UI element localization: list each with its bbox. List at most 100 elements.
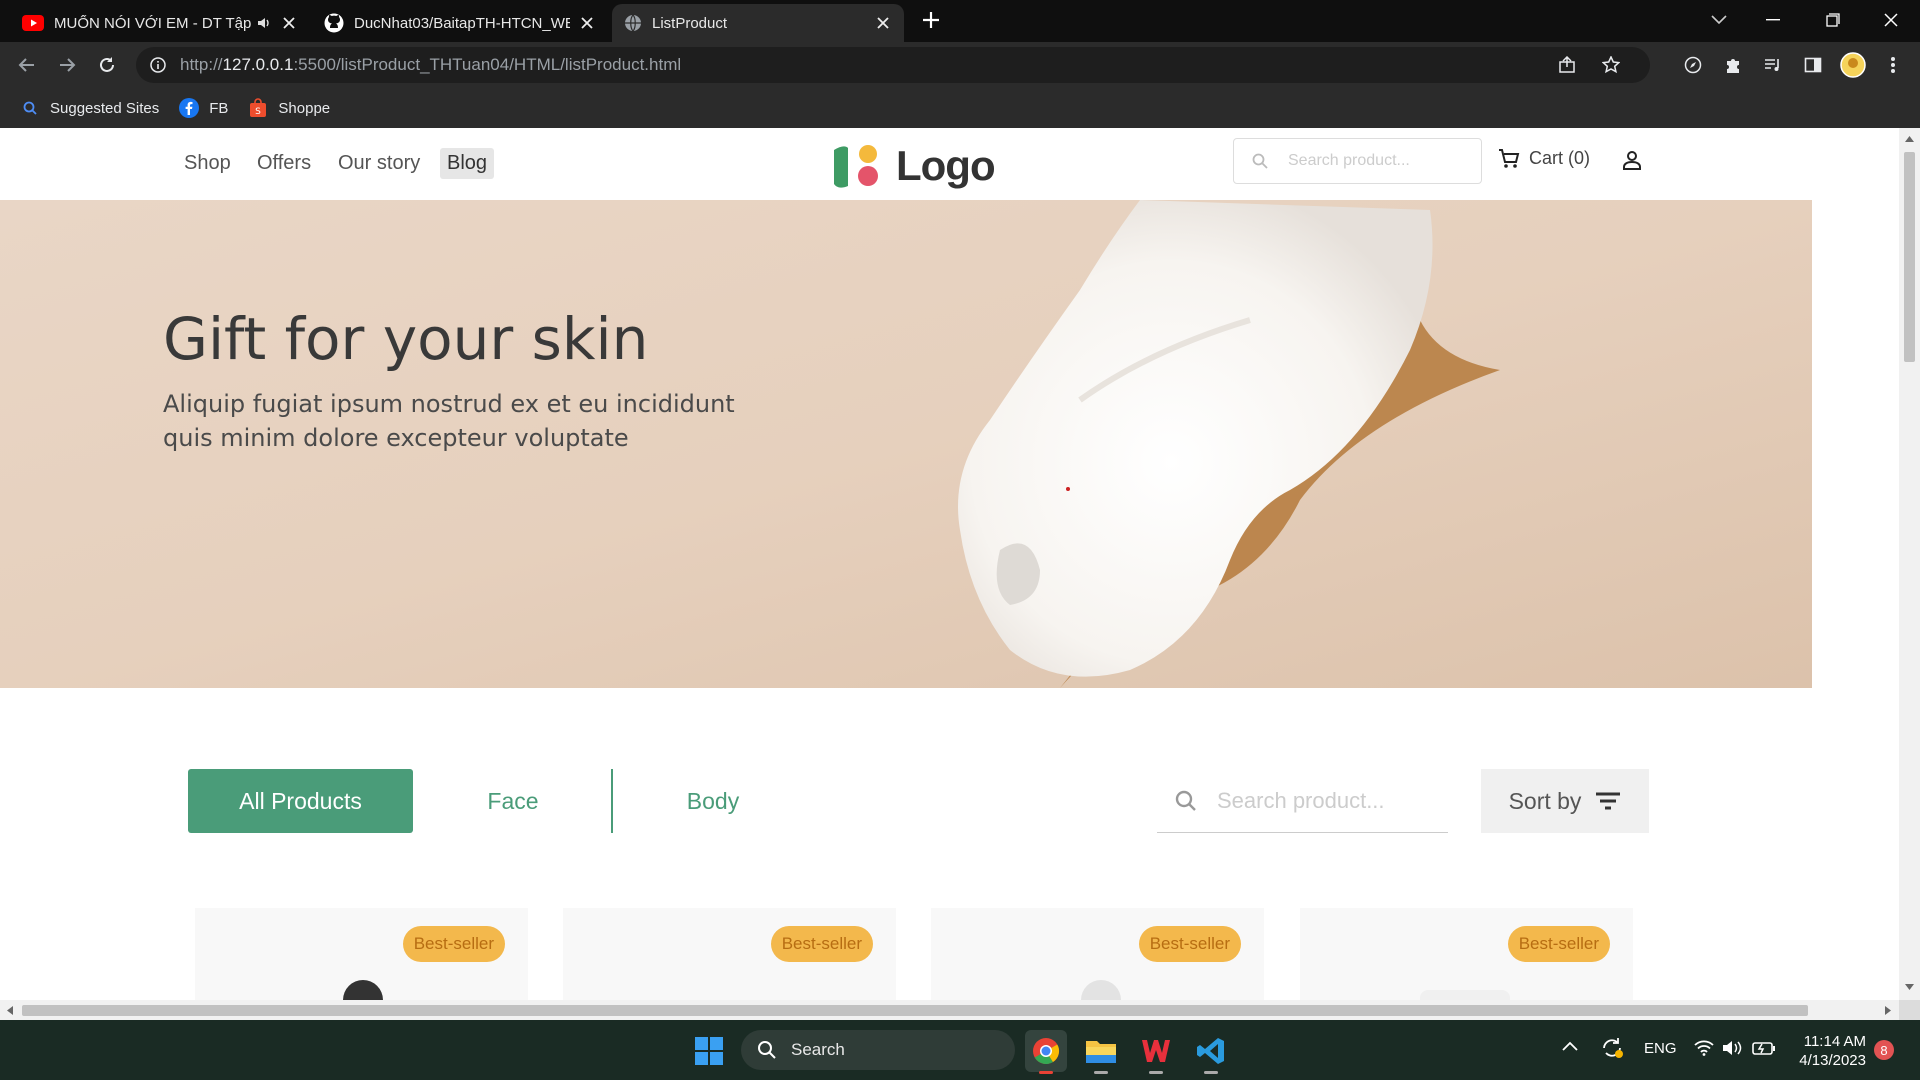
cart-button[interactable]: Cart (0) bbox=[1498, 148, 1590, 169]
forward-button[interactable] bbox=[52, 50, 82, 80]
address-bar[interactable]: http://127.0.0.1:5500/listProduct_THTuan… bbox=[136, 47, 1650, 83]
close-tab-icon[interactable] bbox=[280, 14, 298, 32]
search-icon bbox=[758, 1041, 776, 1059]
speaker-icon bbox=[256, 15, 272, 31]
browser-toolbar: http://127.0.0.1:5500/listProduct_THTuan… bbox=[0, 42, 1920, 88]
page-viewport: Shop Offers Our story Blog Logo Cart (0) bbox=[0, 128, 1920, 1000]
file-explorer-icon[interactable] bbox=[1080, 1030, 1122, 1074]
wifi-icon[interactable] bbox=[1694, 1040, 1714, 1056]
horizontal-scrollbar[interactable] bbox=[0, 1000, 1899, 1020]
browser-menu-icon[interactable] bbox=[1878, 50, 1908, 80]
browser-tab-youtube[interactable]: MUỐN NÓI VỚI EM - DT Tập bbox=[10, 4, 310, 42]
sort-by-button[interactable]: Sort by bbox=[1481, 769, 1649, 833]
product-card[interactable]: Best-seller bbox=[1300, 908, 1633, 1000]
hero-subtitle: Aliquip fugiat ipsum nostrud ex et eu in… bbox=[163, 390, 735, 452]
chrome-app-icon[interactable] bbox=[1025, 1030, 1067, 1074]
bookmark-fb[interactable]: FB bbox=[179, 98, 228, 118]
globe-icon bbox=[624, 14, 642, 32]
language-indicator[interactable]: ENG bbox=[1644, 1040, 1677, 1057]
header-search-box[interactable] bbox=[1233, 138, 1482, 184]
filter-face-button[interactable]: Face bbox=[468, 769, 558, 833]
header-search-input[interactable] bbox=[1288, 152, 1468, 170]
best-seller-badge: Best-seller bbox=[402, 926, 505, 962]
side-panel-icon[interactable] bbox=[1798, 50, 1828, 80]
nav-blog[interactable]: Blog bbox=[440, 148, 495, 179]
product-image bbox=[1081, 980, 1121, 1000]
filter-all-products-button[interactable]: All Products bbox=[188, 769, 413, 833]
scroll-up-arrow-icon[interactable] bbox=[1905, 136, 1914, 142]
close-tab-icon[interactable] bbox=[874, 14, 892, 32]
site-logo[interactable]: Logo bbox=[830, 142, 996, 190]
filter-divider bbox=[611, 769, 613, 833]
sort-by-label: Sort by bbox=[1508, 787, 1582, 814]
browser-tab-strip: MUỐN NÓI VỚI EM - DT Tập DucNhat03/Baita… bbox=[0, 0, 1920, 42]
profile-avatar[interactable] bbox=[1838, 50, 1868, 80]
browser-tab-listproduct[interactable]: ListProduct bbox=[612, 4, 904, 42]
search-icon bbox=[20, 98, 40, 118]
restore-button[interactable] bbox=[1810, 0, 1856, 40]
vscode-icon[interactable] bbox=[1190, 1030, 1232, 1074]
product-card[interactable]: Best-seller bbox=[195, 908, 528, 1000]
hero-banner: Gift for your skin Aliquip fugiat ipsum … bbox=[0, 200, 1812, 688]
info-icon[interactable] bbox=[150, 57, 166, 73]
cart-label: Cart (0) bbox=[1529, 148, 1591, 168]
tab-search-button[interactable] bbox=[1696, 0, 1742, 40]
volume-icon[interactable] bbox=[1722, 1040, 1742, 1056]
show-hidden-icons-icon[interactable] bbox=[1562, 1041, 1578, 1051]
product-card[interactable]: Best-seller bbox=[931, 908, 1264, 1000]
product-image bbox=[1420, 990, 1510, 1000]
close-window-button[interactable] bbox=[1868, 0, 1914, 40]
wps-office-icon[interactable] bbox=[1135, 1030, 1177, 1074]
bookmarks-bar: Suggested Sites FB S Shoppe bbox=[0, 88, 1920, 128]
tab-title: MUỐN NÓI VỚI EM - DT Tập bbox=[54, 14, 252, 32]
windows-start-icon[interactable] bbox=[688, 1030, 730, 1072]
best-seller-badge: Best-seller bbox=[1507, 926, 1610, 962]
clock-time: 11:14 AM bbox=[1803, 1033, 1866, 1050]
url-text: http://127.0.0.1:5500/listProduct_THTuan… bbox=[180, 55, 682, 74]
search-icon bbox=[1175, 790, 1197, 812]
user-account-icon[interactable] bbox=[1622, 150, 1642, 170]
youtube-icon bbox=[22, 15, 44, 31]
browser-tab-github[interactable]: DucNhat03/BaitapTH-HTCN_WEB bbox=[312, 4, 608, 42]
media-control-icon[interactable] bbox=[1758, 50, 1788, 80]
sync-icon[interactable] bbox=[1600, 1037, 1624, 1059]
bookmark-suggested-sites[interactable]: Suggested Sites bbox=[20, 98, 159, 118]
shopee-icon: S bbox=[248, 98, 268, 118]
taskbar-search-label: Search bbox=[791, 1040, 845, 1059]
notification-badge[interactable]: 8 bbox=[1874, 1040, 1894, 1060]
scrollbar-corner bbox=[1899, 1000, 1920, 1020]
extensions-puzzle-icon[interactable] bbox=[1718, 50, 1748, 80]
taskbar-search-box[interactable]: Search bbox=[741, 1030, 1015, 1070]
vertical-scroll-thumb[interactable] bbox=[1904, 152, 1915, 362]
tab-title: ListProduct bbox=[652, 14, 728, 32]
battery-icon[interactable] bbox=[1752, 1040, 1776, 1056]
svg-text:S: S bbox=[256, 107, 262, 117]
nav-shop[interactable]: Shop bbox=[177, 148, 238, 179]
scroll-down-arrow-icon[interactable] bbox=[1905, 984, 1914, 990]
bookmark-star-icon[interactable] bbox=[1602, 56, 1620, 74]
product-image bbox=[343, 980, 383, 1000]
nav-offers[interactable]: Offers bbox=[250, 148, 318, 179]
product-search-input[interactable] bbox=[1217, 787, 1437, 814]
vertical-scrollbar[interactable] bbox=[1899, 128, 1920, 1000]
filter-body-button[interactable]: Body bbox=[668, 769, 758, 833]
compass-extension-icon[interactable] bbox=[1678, 50, 1708, 80]
reload-button[interactable] bbox=[92, 50, 122, 80]
back-button[interactable] bbox=[12, 50, 42, 80]
scroll-left-arrow-icon[interactable] bbox=[7, 1006, 13, 1015]
clock-date: 4/13/2023 bbox=[1799, 1052, 1866, 1069]
site-header: Shop Offers Our story Blog Logo Cart (0) bbox=[0, 128, 1812, 199]
product-card[interactable]: Best-seller bbox=[563, 908, 896, 1000]
new-tab-button[interactable] bbox=[921, 10, 941, 30]
close-tab-icon[interactable] bbox=[578, 14, 596, 32]
system-clock[interactable]: 11:14 AM 4/13/2023 bbox=[1794, 1032, 1866, 1070]
facebook-icon bbox=[179, 98, 200, 118]
product-search-box[interactable] bbox=[1157, 769, 1448, 833]
minimize-button[interactable] bbox=[1750, 0, 1796, 40]
nav-our-story[interactable]: Our story bbox=[331, 148, 427, 179]
scroll-right-arrow-icon[interactable] bbox=[1885, 1006, 1891, 1015]
windows-taskbar: Search ENG 11:14 AM 4/13/2023 8 bbox=[0, 1020, 1920, 1080]
share-icon[interactable] bbox=[1558, 56, 1576, 74]
bookmark-shoppe[interactable]: S Shoppe bbox=[248, 98, 330, 118]
horizontal-scroll-thumb[interactable] bbox=[22, 1005, 1808, 1016]
